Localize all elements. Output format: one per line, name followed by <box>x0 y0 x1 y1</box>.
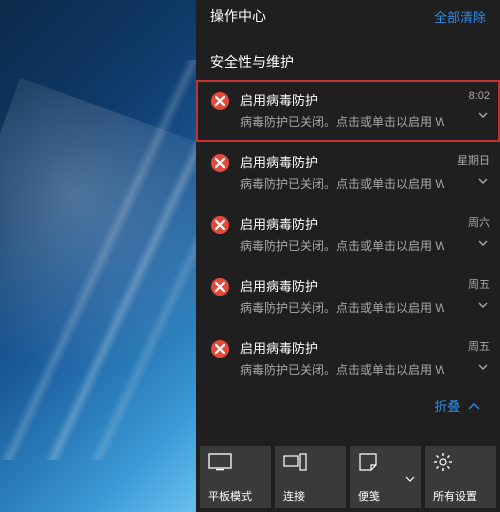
quick-action-label: 连接 <box>283 488 338 504</box>
chevron-down-icon[interactable] <box>476 236 490 250</box>
action-center-header: 操作中心 全部清除 <box>196 0 500 36</box>
connect-icon <box>283 452 338 472</box>
notification-item[interactable]: 启用病毒防护病毒防护已关闭。点击或单击以启用 Win 8:02 <box>196 80 500 142</box>
notification-item[interactable]: 启用病毒防护病毒防护已关闭。点击或单击以启用 Win 周五 <box>196 328 500 390</box>
gear-icon <box>433 452 488 472</box>
notification-meta: 周五 <box>454 276 494 312</box>
note-icon <box>358 452 413 472</box>
error-icon <box>210 91 230 111</box>
collapse-label: 折叠 <box>434 399 460 414</box>
quick-action-all-settings[interactable]: 所有设置 <box>425 446 496 508</box>
notification-desc: 病毒防护已关闭。点击或单击以启用 Win <box>240 299 444 316</box>
tablet-mode-icon <box>208 452 263 472</box>
quick-action-tablet-mode[interactable]: 平板模式 <box>200 446 271 508</box>
notification-item[interactable]: 启用病毒防护病毒防护已关闭。点击或单击以启用 Win 周五 <box>196 266 500 328</box>
notification-meta: 周六 <box>454 214 494 250</box>
error-icon <box>210 277 230 297</box>
quick-action-note[interactable]: 便笺 <box>350 446 421 508</box>
notification-meta: 8:02 <box>454 90 494 122</box>
chevron-down-icon <box>405 470 415 488</box>
desktop-wallpaper <box>0 0 196 512</box>
quick-action-connect[interactable]: 连接 <box>275 446 346 508</box>
quick-action-label: 所有设置 <box>433 488 488 504</box>
error-icon <box>210 153 230 173</box>
notification-time: 8:02 <box>469 90 490 102</box>
notification-body: 启用病毒防护病毒防护已关闭。点击或单击以启用 Win <box>240 214 444 254</box>
notification-title: 启用病毒防护 <box>240 276 444 295</box>
chevron-down-icon[interactable] <box>476 298 490 312</box>
quick-actions-grid: 平板模式 连接 便笺 所有设置 <box>196 442 500 512</box>
action-center-panel: 操作中心 全部清除 安全性与维护 启用病毒防护病毒防护已关闭。点击或单击以启用 … <box>196 0 500 512</box>
notification-title: 启用病毒防护 <box>240 338 444 357</box>
notification-body: 启用病毒防护病毒防护已关闭。点击或单击以启用 Win <box>240 276 444 316</box>
quick-action-label: 平板模式 <box>208 488 263 504</box>
notification-body: 启用病毒防护病毒防护已关闭。点击或单击以启用 Win <box>240 152 444 192</box>
notification-title: 启用病毒防护 <box>240 152 444 171</box>
chevron-up-icon <box>468 400 480 415</box>
notification-meta: 星期日 <box>454 152 494 188</box>
chevron-down-icon[interactable] <box>476 360 490 374</box>
notification-desc: 病毒防护已关闭。点击或单击以启用 Win <box>240 237 444 254</box>
notification-time: 周六 <box>468 214 490 230</box>
section-title-security: 安全性与维护 <box>196 36 500 80</box>
notification-time: 周五 <box>468 276 490 292</box>
notification-desc: 病毒防护已关闭。点击或单击以启用 Win <box>240 175 444 192</box>
notification-meta: 周五 <box>454 338 494 374</box>
error-icon <box>210 215 230 235</box>
notification-list: 启用病毒防护病毒防护已关闭。点击或单击以启用 Win8:02启用病毒防护病毒防护… <box>196 80 500 390</box>
collapse-link[interactable]: 折叠 <box>196 390 500 421</box>
notification-title: 启用病毒防护 <box>240 214 444 233</box>
notification-desc: 病毒防护已关闭。点击或单击以启用 Win <box>240 113 444 130</box>
chevron-down-icon[interactable] <box>476 174 490 188</box>
clear-all-link[interactable]: 全部清除 <box>434 7 486 26</box>
notification-item[interactable]: 启用病毒防护病毒防护已关闭。点击或单击以启用 Win 星期日 <box>196 142 500 204</box>
error-icon <box>210 339 230 359</box>
action-center-title: 操作中心 <box>210 6 266 26</box>
notification-time: 周五 <box>468 338 490 354</box>
quick-action-label: 便笺 <box>358 488 413 504</box>
notification-desc: 病毒防护已关闭。点击或单击以启用 Win <box>240 361 444 378</box>
notification-body: 启用病毒防护病毒防护已关闭。点击或单击以启用 Win <box>240 338 444 378</box>
notification-title: 启用病毒防护 <box>240 90 444 109</box>
chevron-down-icon[interactable] <box>476 108 490 122</box>
notification-body: 启用病毒防护病毒防护已关闭。点击或单击以启用 Win <box>240 90 444 130</box>
notification-item[interactable]: 启用病毒防护病毒防护已关闭。点击或单击以启用 Win 周六 <box>196 204 500 266</box>
notification-time: 星期日 <box>457 152 490 168</box>
